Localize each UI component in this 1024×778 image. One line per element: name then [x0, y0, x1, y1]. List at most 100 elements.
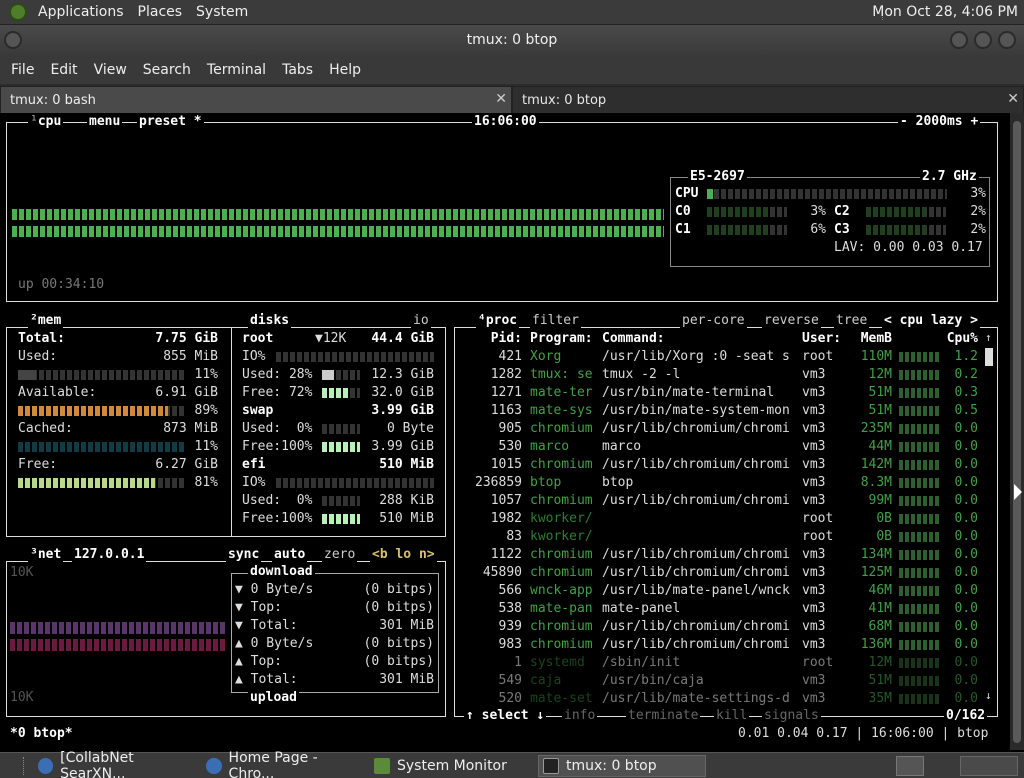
table-row[interactable]: 983 chromium/usr/lib/chromium/chromi vm3 13… — [458, 636, 998, 654]
table-row[interactable]: 83 kworker/root 0B 0.0 — [458, 528, 998, 546]
proc-cpu: 0.0 — [954, 655, 978, 670]
proc-scroll-down-icon[interactable]: ↓ — [985, 687, 992, 705]
header-command[interactable]: Command: — [602, 330, 798, 348]
window-titlebar[interactable]: tmux: 0 btop — [0, 25, 1024, 55]
menu-terminal[interactable]: Terminal — [199, 62, 274, 78]
proc-mem-bar — [899, 370, 939, 380]
net-title[interactable]: ³net — [28, 548, 64, 562]
proc-tree-toggle[interactable]: tree — [834, 314, 870, 328]
show-desktop-button[interactable] — [896, 756, 924, 776]
disk-root-used: Used: 28% — [242, 367, 313, 382]
menu-view[interactable]: View — [86, 62, 135, 78]
menu-places[interactable]: Places — [131, 4, 190, 20]
net-nav[interactable]: <b lo n> — [370, 548, 437, 562]
tab-close-icon[interactable]: ✕ — [1007, 91, 1019, 107]
table-row[interactable]: 1982 kworker/root 0B 0.0 — [458, 510, 998, 528]
proc-title[interactable]: ⁴proc — [476, 314, 520, 328]
header-pid[interactable]: Pid: — [458, 330, 522, 348]
menu-edit[interactable]: Edit — [42, 62, 85, 78]
panel-clock[interactable]: Mon Oct 28, 4:06 PM — [872, 4, 1018, 20]
proc-info-button[interactable]: info — [562, 709, 598, 723]
proc-percore-toggle[interactable]: per-core — [680, 314, 747, 328]
menu-help[interactable]: Help — [321, 62, 369, 78]
net-auto-toggle[interactable]: auto — [272, 548, 308, 562]
menu-system[interactable]: System — [189, 4, 255, 20]
proc-signals-button[interactable]: signals — [762, 709, 821, 723]
table-row[interactable]: 520 mate-set/usr/lib/mate-settings-d vm3 35… — [458, 690, 998, 708]
proc-program: chromium — [530, 565, 593, 580]
task-searxng[interactable]: [CollabNet SearXN... — [34, 750, 196, 778]
table-row[interactable]: 1271 mate-ter/usr/bin/mate-terminal vm3 51M… — [458, 384, 998, 402]
task-system-monitor[interactable]: System Monitor — [370, 755, 532, 777]
header-program[interactable]: Program: — [530, 330, 600, 348]
table-row[interactable]: 530 marco marco vm3 44M 0.0 — [458, 438, 998, 456]
disk-swap-free-v: 3.99 GiB — [371, 439, 434, 454]
table-row[interactable]: 1122 chromium/usr/lib/chromium/chromi vm3 1… — [458, 546, 998, 564]
scrollbar-thumb[interactable] — [1013, 121, 1021, 743]
disk-swap-free-meter — [322, 442, 360, 452]
tab-btop[interactable]: tmux: 0 btop ✕ — [512, 86, 1024, 113]
table-row[interactable]: 421 Xorg/usr/lib/Xorg :0 -seat s root 110M 1… — [458, 348, 998, 366]
table-row[interactable]: 538 mate-pan mate-panel vm3 41M 0.0 — [458, 600, 998, 618]
table-row[interactable]: 566 wnck-app/usr/lib/mate-panel/wnck vm3 46… — [458, 582, 998, 600]
mem-disks-divider — [231, 327, 232, 537]
table-row[interactable]: 939 chromium/usr/lib/chromium/chromi vm3 68… — [458, 618, 998, 636]
net-zero-toggle[interactable]: zero — [322, 548, 358, 562]
table-row[interactable]: 45890 chromium/usr/lib/chromium/chromi vm3… — [458, 564, 998, 582]
net-up-rate: ▲ 0 Byte/s — [235, 636, 314, 651]
table-row[interactable]: 1163 mate-sys/usr/bin/mate-system-mon vm3 5… — [458, 402, 998, 420]
minimize-button[interactable] — [950, 31, 968, 49]
cpu-preset-button[interactable]: preset * — [137, 115, 204, 129]
proc-terminate-button[interactable]: terminate — [626, 709, 701, 723]
cpu-interval[interactable]: - 2000ms + — [898, 115, 981, 129]
proc-mem-bar — [899, 604, 939, 614]
header-cpu[interactable]: Cpu% — [938, 330, 978, 348]
tab-close-icon[interactable]: ✕ — [495, 91, 507, 107]
mate-logo-icon[interactable] — [9, 3, 27, 21]
net-sync-toggle[interactable]: sync — [226, 548, 262, 562]
net-interface[interactable]: 127.0.0.1 — [72, 548, 147, 562]
table-row[interactable]: 549 caja/usr/bin/caja vm3 51M 0.0 — [458, 672, 998, 690]
menu-file[interactable]: File — [3, 62, 42, 78]
proc-kill-button[interactable]: kill — [714, 709, 750, 723]
net-down-total-v: 301 MiB — [379, 618, 434, 633]
terminal-scrollbar[interactable] — [1010, 113, 1024, 750]
table-row[interactable]: 1015 chromium/usr/lib/chromium/chromi vm3 1… — [458, 456, 998, 474]
table-row[interactable]: 1 systemd/sbin/init root 12M 0.0 — [458, 654, 998, 672]
tab-bash[interactable]: tmux: 0 bash ✕ — [0, 86, 512, 113]
table-row[interactable]: 1282 tmux: se tmux -2 -l vm3 12M 0.2 — [458, 366, 998, 384]
proc-pid: 1057 — [490, 493, 522, 508]
mem-title[interactable]: ²mem — [28, 314, 64, 328]
table-row[interactable]: 236859 btop btop vm3 8.3M 0.0 — [458, 474, 998, 492]
proc-cpu: 1.2 — [954, 349, 978, 364]
proc-filter[interactable]: filter — [530, 314, 581, 328]
header-user[interactable]: User: — [802, 330, 856, 348]
tmux-session[interactable]: *0 btop* — [10, 725, 73, 743]
header-memb[interactable]: MemB — [852, 330, 892, 348]
disks-io-toggle[interactable]: io — [411, 314, 431, 328]
cpu-title[interactable]: ¹cpu — [28, 115, 64, 129]
proc-mem-bar — [899, 694, 939, 704]
workspace-switcher[interactable] — [960, 756, 1018, 776]
menu-search[interactable]: Search — [135, 62, 199, 78]
cpu-menu-button[interactable]: menu — [87, 115, 123, 129]
proc-reverse-toggle[interactable]: reverse — [762, 314, 821, 328]
proc-cpu: 0.0 — [954, 565, 978, 580]
mem-free-label: Free: — [18, 457, 58, 472]
table-row[interactable]: 1057 chromium/usr/lib/chromium/chromi vm3 9… — [458, 492, 998, 510]
maximize-button[interactable] — [974, 31, 992, 49]
proc-select-button[interactable]: ↑ select ↓ — [464, 709, 547, 723]
close-button[interactable] — [998, 31, 1016, 49]
task-tmux-btop[interactable]: tmux: 0 btop — [538, 755, 706, 777]
terminal-area[interactable]: ¹cpu menu preset * 16:06:00 - 2000ms + u… — [0, 113, 1010, 750]
disks-title[interactable]: disks — [248, 314, 292, 328]
window-menu-button[interactable] — [4, 31, 22, 49]
task-homepage[interactable]: Home Page - Chro... — [202, 750, 364, 778]
table-row[interactable]: 905 chromium/usr/lib/chromium/chromi vm3 23… — [458, 420, 998, 438]
proc-scroll-thumb[interactable] — [985, 348, 993, 366]
menu-tabs[interactable]: Tabs — [274, 62, 321, 78]
proc-memory: 0B — [876, 529, 892, 544]
menu-applications[interactable]: Applications — [31, 4, 131, 20]
proc-scroll-up-icon[interactable]: ↑ — [985, 329, 992, 347]
proc-sort-selector[interactable]: < cpu lazy > — [882, 314, 980, 328]
